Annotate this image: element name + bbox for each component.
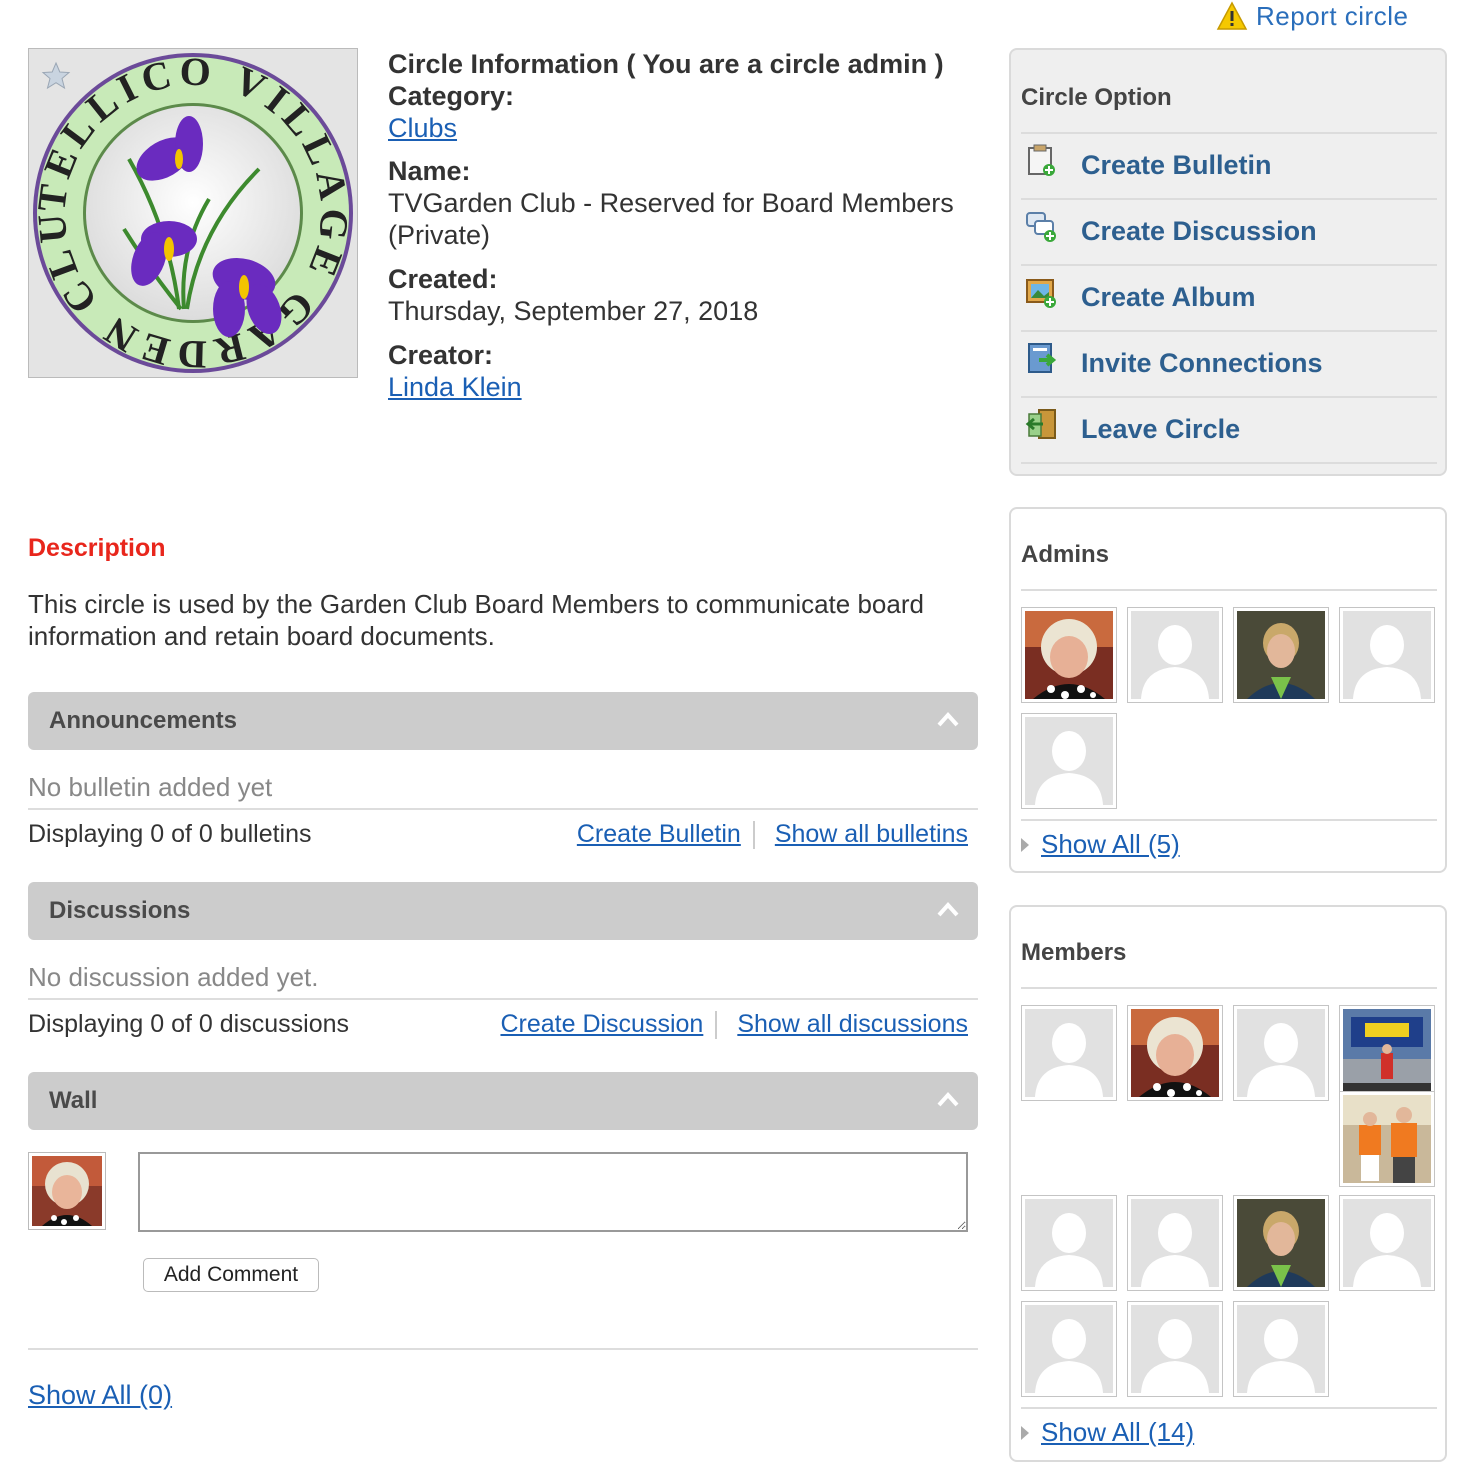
avatar-placeholder[interactable] — [1339, 607, 1435, 703]
create-discussion-link[interactable]: Create Discussion — [500, 1010, 703, 1039]
creator-label: Creator: — [388, 340, 494, 370]
invite-icon — [1028, 343, 1057, 373]
panel-divider — [1021, 589, 1437, 591]
members-panel: Members Show All (14) — [1009, 905, 1447, 1462]
option-label: Leave Circle — [1081, 414, 1241, 444]
warning-icon — [1216, 1, 1248, 30]
bulletins-count: Displaying 0 of 0 bulletins — [28, 820, 312, 848]
avatar-placeholder[interactable] — [1021, 1301, 1117, 1397]
avatar-placeholder[interactable] — [1339, 1195, 1435, 1291]
circle-option-panel: Circle Option Create Bulletin Create Dis… — [1009, 48, 1447, 476]
show-all-discussions-link[interactable]: Show all discussions — [737, 1010, 968, 1039]
leave-icon — [1025, 409, 1056, 439]
category-link[interactable]: Clubs — [388, 113, 457, 143]
avatar[interactable] — [1233, 1195, 1329, 1291]
category-label: Category: — [388, 81, 515, 111]
created-label: Created: — [388, 264, 498, 294]
admins-show-all-link[interactable]: Show All (5) — [1041, 829, 1180, 860]
privacy-value: (Private) — [388, 220, 491, 250]
discussions-divider — [28, 998, 978, 1000]
separator — [752, 820, 755, 849]
name-value: TVGarden Club - Reserved for Board Membe… — [388, 188, 954, 218]
triangle-icon — [1021, 837, 1029, 852]
option-leave-circle[interactable]: Leave Circle — [1021, 398, 1437, 464]
panel-divider — [1021, 819, 1437, 821]
description-text: This circle is used by the Garden Club B… — [28, 589, 924, 651]
avatar-placeholder[interactable] — [1021, 713, 1117, 809]
triangle-icon — [1021, 1425, 1029, 1440]
circle-logo: TELLICO VILLAGE GARDEN CLUB — [28, 48, 358, 378]
admins-show-all: Show All (5) — [1021, 829, 1180, 860]
avatar-placeholder[interactable] — [1233, 1005, 1329, 1101]
avatar-placeholder[interactable] — [1233, 1301, 1329, 1397]
avatar-placeholder[interactable] — [1127, 1301, 1223, 1397]
created-value: Thursday, September 27, 2018 — [388, 296, 759, 326]
wall-title: Wall — [49, 1087, 98, 1114]
favorite-star-icon[interactable] — [41, 61, 71, 91]
discussions-empty: No discussion added yet. — [28, 962, 319, 992]
announcements-header[interactable]: Announcements — [28, 692, 978, 750]
option-label: Create Album — [1081, 282, 1256, 312]
album-icon — [1026, 279, 1056, 308]
wall-show-all-link[interactable]: Show All (0) — [28, 1380, 172, 1411]
option-label: Create Discussion — [1081, 216, 1317, 246]
members-show-all-link[interactable]: Show All (14) — [1041, 1417, 1194, 1448]
option-label: Invite Connections — [1081, 348, 1323, 378]
creator-link[interactable]: Linda Klein — [388, 372, 522, 402]
wall-divider — [28, 1348, 978, 1350]
admins-panel: Admins Show All (5) — [1009, 507, 1447, 873]
wall-comment-input[interactable] — [138, 1152, 968, 1232]
wall-header[interactable]: Wall — [28, 1072, 978, 1130]
chevron-up-icon[interactable] — [936, 900, 960, 918]
chevron-up-icon[interactable] — [936, 1090, 960, 1108]
announcements-divider — [28, 808, 978, 810]
avatar[interactable] — [1339, 1091, 1435, 1187]
avatar-placeholder[interactable] — [1127, 1195, 1223, 1291]
avatar[interactable] — [1127, 1005, 1223, 1101]
circle-info-heading: Circle Information ( You are a circle ad… — [388, 49, 944, 79]
avatar[interactable] — [1021, 607, 1117, 703]
discussion-icon — [1026, 212, 1056, 242]
panel-divider — [1021, 1407, 1437, 1409]
report-circle-link[interactable]: Report circle — [1216, 0, 1408, 32]
avatar[interactable] — [1233, 607, 1329, 703]
admins-title: Admins — [1021, 541, 1110, 568]
discussions-count: Displaying 0 of 0 discussions — [28, 1010, 349, 1038]
option-create-album[interactable]: Create Album — [1021, 266, 1437, 332]
announcements-title: Announcements — [49, 707, 238, 734]
discussions-title: Discussions — [49, 897, 191, 924]
avatar-placeholder[interactable] — [1127, 607, 1223, 703]
discussions-header[interactable]: Discussions — [28, 882, 978, 940]
option-create-bulletin[interactable]: Create Bulletin — [1021, 134, 1437, 200]
create-bulletin-link[interactable]: Create Bulletin — [577, 820, 741, 849]
show-all-bulletins-link[interactable]: Show all bulletins — [775, 820, 968, 849]
avatar-placeholder[interactable] — [1021, 1005, 1117, 1101]
members-title: Members — [1021, 939, 1127, 966]
option-create-discussion[interactable]: Create Discussion — [1021, 200, 1437, 266]
circle-info: Circle Information ( You are a circle ad… — [388, 48, 988, 403]
avatar-placeholder[interactable] — [1021, 1195, 1117, 1291]
announcements-actions: Create Bulletin Show all bulletins — [577, 820, 968, 849]
chevron-up-icon[interactable] — [936, 710, 960, 728]
add-comment-button[interactable]: Add Comment — [143, 1258, 319, 1292]
avatar[interactable] — [1339, 1005, 1435, 1101]
separator — [715, 1010, 718, 1039]
option-label: Create Bulletin — [1081, 150, 1272, 180]
panel-divider — [1021, 987, 1437, 989]
name-label: Name: — [388, 156, 471, 186]
announcements-empty: No bulletin added yet — [28, 772, 273, 802]
circle-option-title: Circle Option — [1021, 84, 1172, 111]
discussions-actions: Create Discussion Show all discussions — [500, 1010, 968, 1039]
report-circle-label: Report circle — [1256, 0, 1409, 31]
option-invite-connections[interactable]: Invite Connections — [1021, 332, 1437, 398]
current-user-avatar — [28, 1152, 106, 1230]
description-title: Description — [28, 534, 166, 562]
members-show-all: Show All (14) — [1021, 1417, 1194, 1448]
bulletin-icon — [1028, 144, 1055, 176]
